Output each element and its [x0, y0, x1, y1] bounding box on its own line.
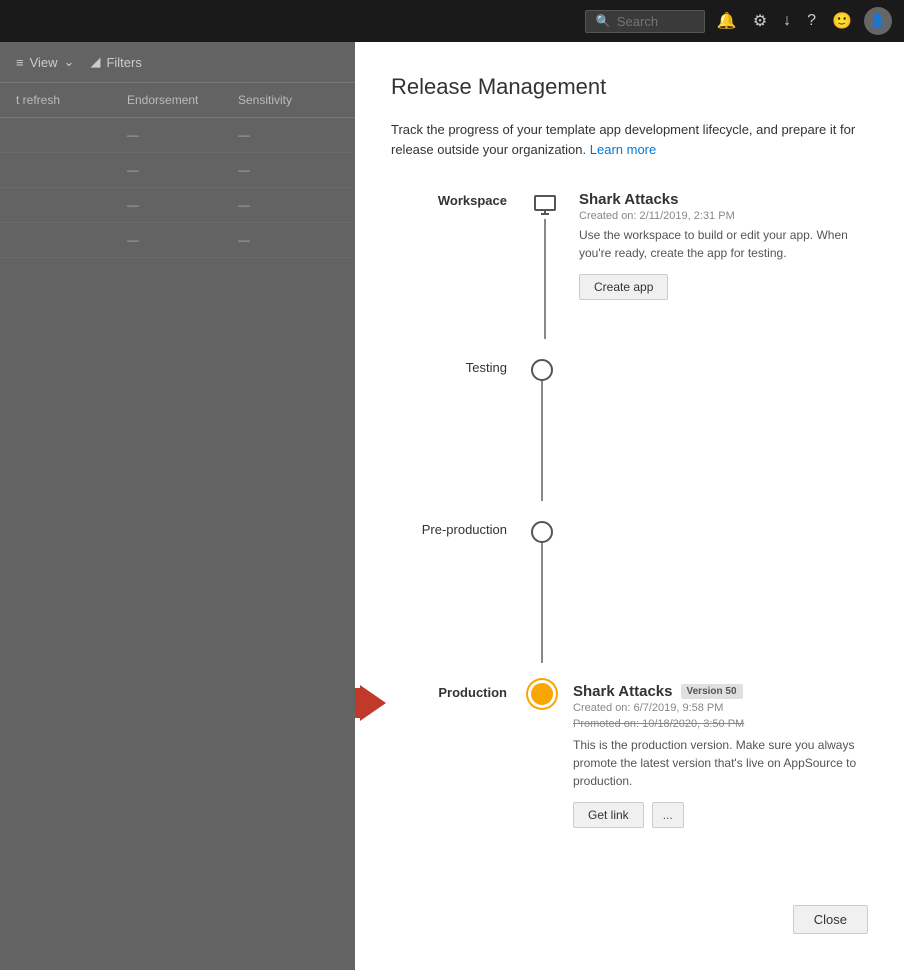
- emoji-icon[interactable]: 🙂: [828, 7, 856, 35]
- stage-center-workspace: [531, 191, 559, 339]
- stage-center-production: [531, 683, 553, 705]
- pipeline-line-1: [544, 219, 546, 339]
- table-row: — —: [0, 188, 355, 223]
- filters-button[interactable]: ◢ Filters: [90, 54, 141, 70]
- preproduction-circle: [531, 521, 553, 543]
- topbar: 🔍 🔔 ⚙ ↓ ? 🙂 👤: [0, 0, 904, 42]
- background-panel: ≡ View ⌄ ◢ Filters t refresh Endorsement…: [0, 42, 355, 970]
- view-icon: ≡: [16, 55, 24, 70]
- stage-label-preproduction: Pre-production: [411, 521, 531, 537]
- col-sensitivity: Sensitivity: [238, 93, 339, 107]
- arrow-head: [360, 685, 386, 721]
- col-refresh: t refresh: [16, 93, 117, 107]
- table-row: — —: [0, 223, 355, 258]
- create-app-button[interactable]: Create app: [579, 274, 668, 300]
- release-management-panel: Release Management Track the progress of…: [355, 42, 904, 970]
- panel-description: Track the progress of your template app …: [391, 120, 868, 159]
- toolbar: ≡ View ⌄ ◢ Filters: [0, 42, 355, 83]
- stage-preproduction: Pre-production: [411, 521, 868, 663]
- chevron-down-icon: ⌄: [64, 54, 75, 70]
- version-badge: Version 50: [681, 684, 743, 699]
- col-endorsement: Endorsement: [127, 93, 228, 107]
- download-icon[interactable]: ↓: [779, 8, 795, 34]
- stage-center-testing: [531, 359, 553, 501]
- view-button[interactable]: ≡ View ⌄: [16, 54, 74, 70]
- table-row: — —: [0, 118, 355, 153]
- workspace-description: Use the workspace to build or edit your …: [579, 226, 868, 262]
- gear-icon[interactable]: ⚙: [749, 7, 771, 35]
- workspace-date: Created on: 2/11/2019, 2:31 PM: [579, 210, 868, 222]
- stage-label-testing: Testing: [411, 359, 531, 375]
- get-link-button[interactable]: Get link: [573, 802, 644, 828]
- stage-center-preproduction: [531, 521, 553, 663]
- stage-production: Production Shark Attacks Version 50 Crea…: [411, 683, 868, 828]
- search-icon: 🔍: [596, 14, 611, 28]
- production-description: This is the production version. Make sur…: [573, 736, 868, 790]
- stage-content-workspace: Shark Attacks Created on: 2/11/2019, 2:3…: [559, 191, 868, 300]
- stage-workspace: Workspace Shark Attacks Created on: 2/11…: [411, 191, 868, 339]
- stage-content-testing: [553, 359, 868, 439]
- avatar[interactable]: 👤: [864, 7, 892, 35]
- testing-circle: [531, 359, 553, 381]
- stage-content-preproduction: [553, 521, 868, 601]
- search-box[interactable]: 🔍: [585, 10, 705, 33]
- close-button[interactable]: Close: [793, 905, 868, 934]
- arrow-indicator: [355, 688, 361, 718]
- production-app-name: Shark Attacks Version 50: [573, 683, 868, 700]
- table-row: — —: [0, 153, 355, 188]
- production-circle: [531, 683, 553, 705]
- search-input[interactable]: [617, 14, 697, 29]
- production-promoted: Promoted on: 10/18/2020, 3:50 PM: [573, 718, 868, 730]
- production-date: Created on: 6/7/2019, 9:58 PM: [573, 702, 868, 714]
- panel-title: Release Management: [391, 74, 868, 100]
- stage-content-production: Shark Attacks Version 50 Created on: 6/7…: [553, 683, 868, 828]
- pipeline-line-3: [541, 543, 543, 663]
- notification-icon[interactable]: 🔔: [713, 7, 741, 35]
- pipeline: Workspace Shark Attacks Created on: 2/11…: [411, 191, 868, 828]
- stage-testing: Testing: [411, 359, 868, 501]
- learn-more-link[interactable]: Learn more: [590, 142, 656, 157]
- table-header: t refresh Endorsement Sensitivity: [0, 83, 355, 118]
- pipeline-line-2: [541, 381, 543, 501]
- stage-label-production: Production: [411, 683, 531, 700]
- filter-icon: ◢: [90, 54, 100, 70]
- production-btn-row: Get link ...: [573, 802, 868, 828]
- workspace-app-name: Shark Attacks: [579, 191, 868, 208]
- stage-label-workspace: Workspace: [411, 191, 531, 208]
- more-options-button[interactable]: ...: [652, 802, 684, 828]
- close-btn-container: Close: [777, 889, 884, 950]
- help-icon[interactable]: ?: [803, 8, 820, 34]
- arrow-body: [355, 688, 361, 718]
- workspace-circle: [531, 191, 559, 219]
